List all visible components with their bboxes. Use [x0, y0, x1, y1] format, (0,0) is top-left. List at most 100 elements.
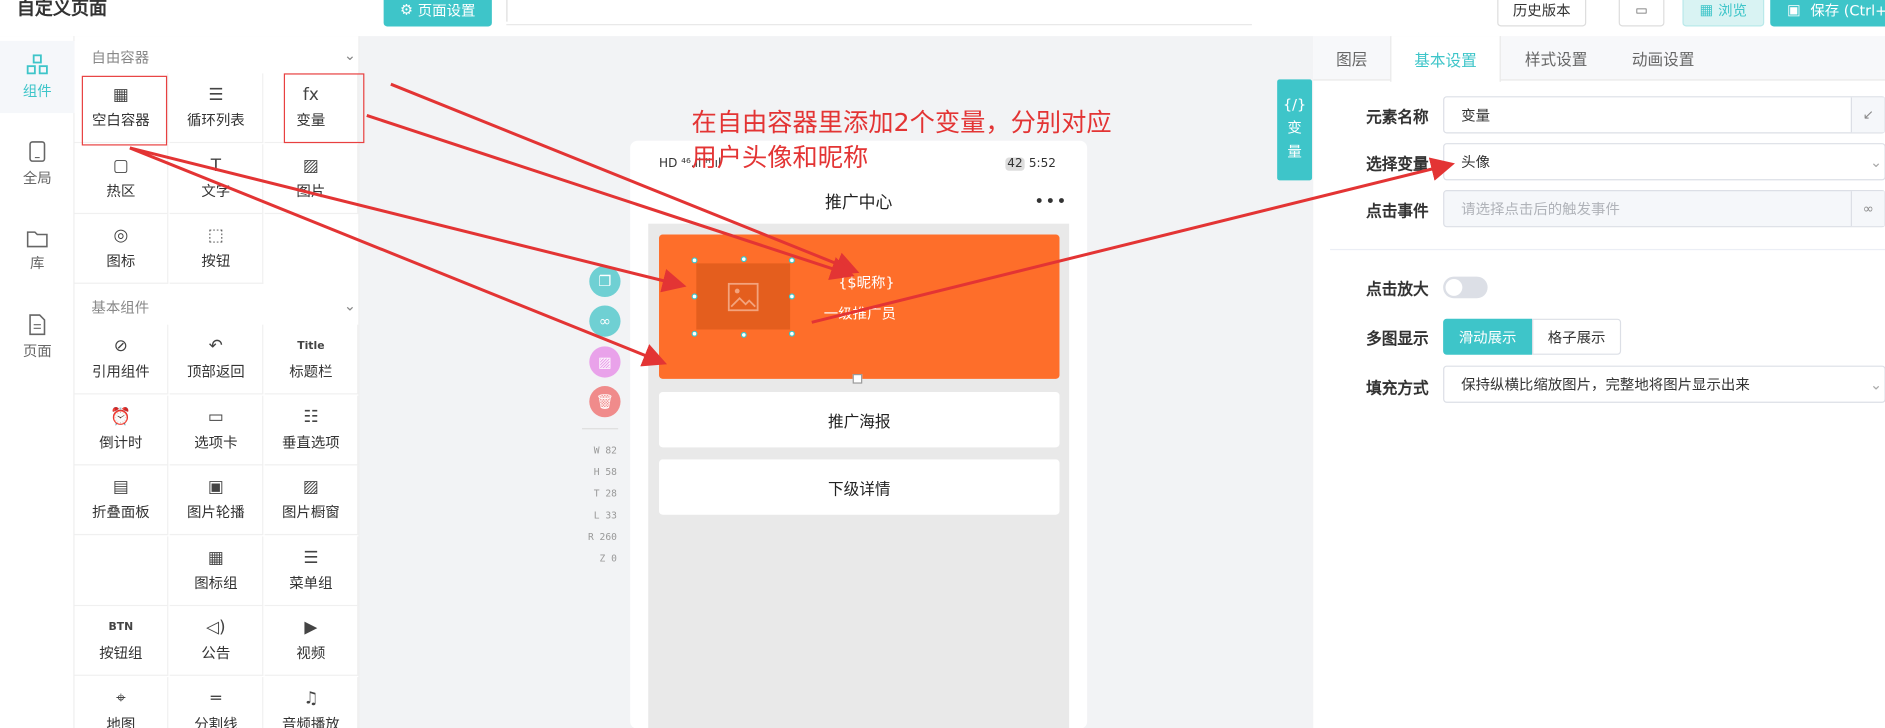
component-item[interactable]: ◁) 公告: [169, 606, 264, 676]
fill-mode-label: 填充方式: [1366, 380, 1429, 399]
component-item[interactable]: ▭ 选项卡: [169, 395, 264, 465]
promo-poster-card[interactable]: 推广海报: [659, 392, 1060, 448]
link-icon[interactable]: ∞: [1850, 191, 1885, 227]
component-item[interactable]: ▢ 热区: [74, 143, 169, 214]
multi-image-label: 多图显示: [1366, 330, 1429, 349]
component-icon: BTN: [108, 621, 134, 634]
page-settings-button[interactable]: ⚙ 页面设置: [383, 0, 492, 27]
tab-basic-settings[interactable]: 基本设置: [1390, 36, 1501, 82]
highlight-variable: [283, 73, 365, 144]
component-item[interactable]: ☷ 垂直选项: [264, 395, 359, 465]
component-item[interactable]: ◎ 图标: [74, 214, 169, 284]
component-empty: [74, 535, 169, 606]
variable-side-tab[interactable]: {/} 变 量: [1277, 79, 1313, 181]
component-icon: ♫: [303, 688, 319, 708]
component-item[interactable]: ▨ 图片橱窗: [264, 465, 359, 536]
nav-item-components[interactable]: 组件: [0, 40, 75, 114]
nav-label: 组件: [22, 82, 52, 100]
click-event-field[interactable]: 请选择点击后的触发事件 ∞: [1443, 190, 1885, 228]
tab-layers[interactable]: 图层: [1313, 36, 1390, 80]
resize-handle[interactable]: [740, 331, 747, 338]
resize-handle[interactable]: [691, 293, 698, 300]
slide-display-option[interactable]: 滑动展示: [1443, 318, 1533, 355]
avatar-placeholder[interactable]: [696, 263, 791, 330]
select-variable-dropdown[interactable]: 头像 ⌄: [1443, 143, 1885, 181]
monitor-icon[interactable]: ▭: [1618, 0, 1665, 27]
component-item[interactable]: ▶ 视频: [264, 606, 359, 676]
component-item[interactable]: ☰ 循环列表: [169, 73, 264, 144]
resize-handle[interactable]: [788, 330, 795, 337]
component-icon: ═: [210, 688, 221, 708]
phone-title: 推广中心: [824, 193, 893, 213]
section-basic-components[interactable]: 基本组件 ⌄: [91, 297, 356, 317]
nav-item-library[interactable]: 库: [0, 214, 75, 286]
resize-handle[interactable]: [691, 257, 698, 264]
click-event-placeholder: 请选择点击后的触发事件: [1461, 200, 1620, 218]
container-resize-handle[interactable]: [852, 374, 863, 384]
sub-details-card[interactable]: 下级详情: [659, 459, 1060, 515]
resize-handle[interactable]: [788, 293, 795, 300]
resize-handle[interactable]: [788, 257, 795, 264]
nickname-text[interactable]: {$昵称}: [838, 272, 894, 292]
nav-item-global[interactable]: 全局: [0, 127, 75, 199]
nav-item-pages[interactable]: 页面: [0, 301, 75, 373]
history-button[interactable]: 历史版本: [1497, 0, 1587, 27]
chevron-down-icon: ⌄: [1869, 375, 1883, 393]
save-button[interactable]: ▣ 保存 (Ctrl+S: [1770, 0, 1885, 27]
tab-style-settings[interactable]: 样式设置: [1501, 36, 1612, 80]
copy-icon[interactable]: ❐: [589, 265, 621, 298]
component-item[interactable]: T 文字: [169, 143, 264, 214]
component-icon: ◁): [206, 618, 226, 638]
annotation-text: 在自由容器里添加2个变量，分别对应 用户头像和昵称: [691, 106, 1196, 176]
link-icon[interactable]: ∞: [589, 305, 621, 337]
image-icon[interactable]: ▨: [589, 346, 621, 378]
component-icon: ▣: [207, 477, 224, 497]
component-item[interactable]: ⬚ 按钮: [169, 214, 264, 284]
component-item[interactable]: ⏰ 倒计时: [74, 395, 169, 465]
component-icon: ▭: [207, 407, 224, 427]
annotation-line: 用户头像和昵称: [691, 143, 869, 172]
grid-display-option[interactable]: 格子展示: [1532, 318, 1622, 355]
page-settings-label: 页面设置: [417, 1, 476, 19]
component-item[interactable]: ▨ 图片: [264, 143, 359, 214]
component-icon: ▨: [302, 477, 319, 497]
select-variable-label: 选择变量: [1366, 156, 1429, 175]
resize-handle[interactable]: [691, 330, 698, 337]
component-item[interactable]: ♫ 音频播放: [265, 676, 359, 728]
component-item[interactable]: ▤ 折叠面板: [74, 465, 169, 536]
tab-animation-settings[interactable]: 动画设置: [1611, 36, 1714, 80]
element-name-field[interactable]: 变量 ↙: [1443, 96, 1885, 134]
component-icon: ⬚: [207, 226, 224, 246]
top-bar: [0, 0, 1885, 37]
section-free-container[interactable]: 自由容器 ⌄: [91, 47, 356, 67]
component-label: 循环列表: [186, 111, 245, 129]
section-title: 基本组件: [91, 299, 150, 317]
component-icon: ☰: [208, 85, 224, 105]
tablet-icon: [29, 140, 46, 162]
code-icon: {/}: [1282, 96, 1307, 114]
component-icon: ▶: [304, 618, 318, 638]
divider: [506, 24, 1252, 26]
component-item[interactable]: ⊘ 引用组件: [74, 324, 169, 395]
click-zoom-toggle[interactable]: [1443, 276, 1488, 299]
component-item[interactable]: ⌖ 地图: [75, 676, 169, 728]
metric-width: W 82: [593, 444, 617, 456]
component-item[interactable]: ▣ 图片轮播: [169, 465, 264, 536]
section-title: 自由容器: [91, 49, 150, 67]
resize-handle[interactable]: [740, 256, 747, 263]
component-item[interactable]: Title 标题栏: [264, 324, 359, 395]
component-item[interactable]: ▦ 图标组: [169, 535, 264, 606]
trash-icon[interactable]: 🗑: [589, 386, 621, 418]
gear-icon: ⚙: [399, 1, 413, 19]
fill-mode-dropdown[interactable]: 保持纵横比缩放图片，完整地将图片显示出来 ⌄: [1443, 365, 1885, 403]
component-item[interactable]: ☰ 菜单组: [264, 535, 359, 606]
component-item[interactable]: ↶ 顶部返回: [169, 324, 264, 395]
expand-icon[interactable]: ↙: [1850, 97, 1885, 133]
fill-mode-value: 保持纵横比缩放图片，完整地将图片显示出来: [1461, 376, 1750, 394]
component-item[interactable]: ═ 分割线: [170, 676, 264, 728]
component-item[interactable]: BTN 按钮组: [74, 606, 169, 676]
component-label: 选项卡: [194, 433, 238, 451]
component-label: 倒计时: [99, 433, 143, 451]
preview-button[interactable]: ▦ 浏览: [1682, 0, 1765, 27]
more-icon[interactable]: •••: [1034, 192, 1067, 211]
